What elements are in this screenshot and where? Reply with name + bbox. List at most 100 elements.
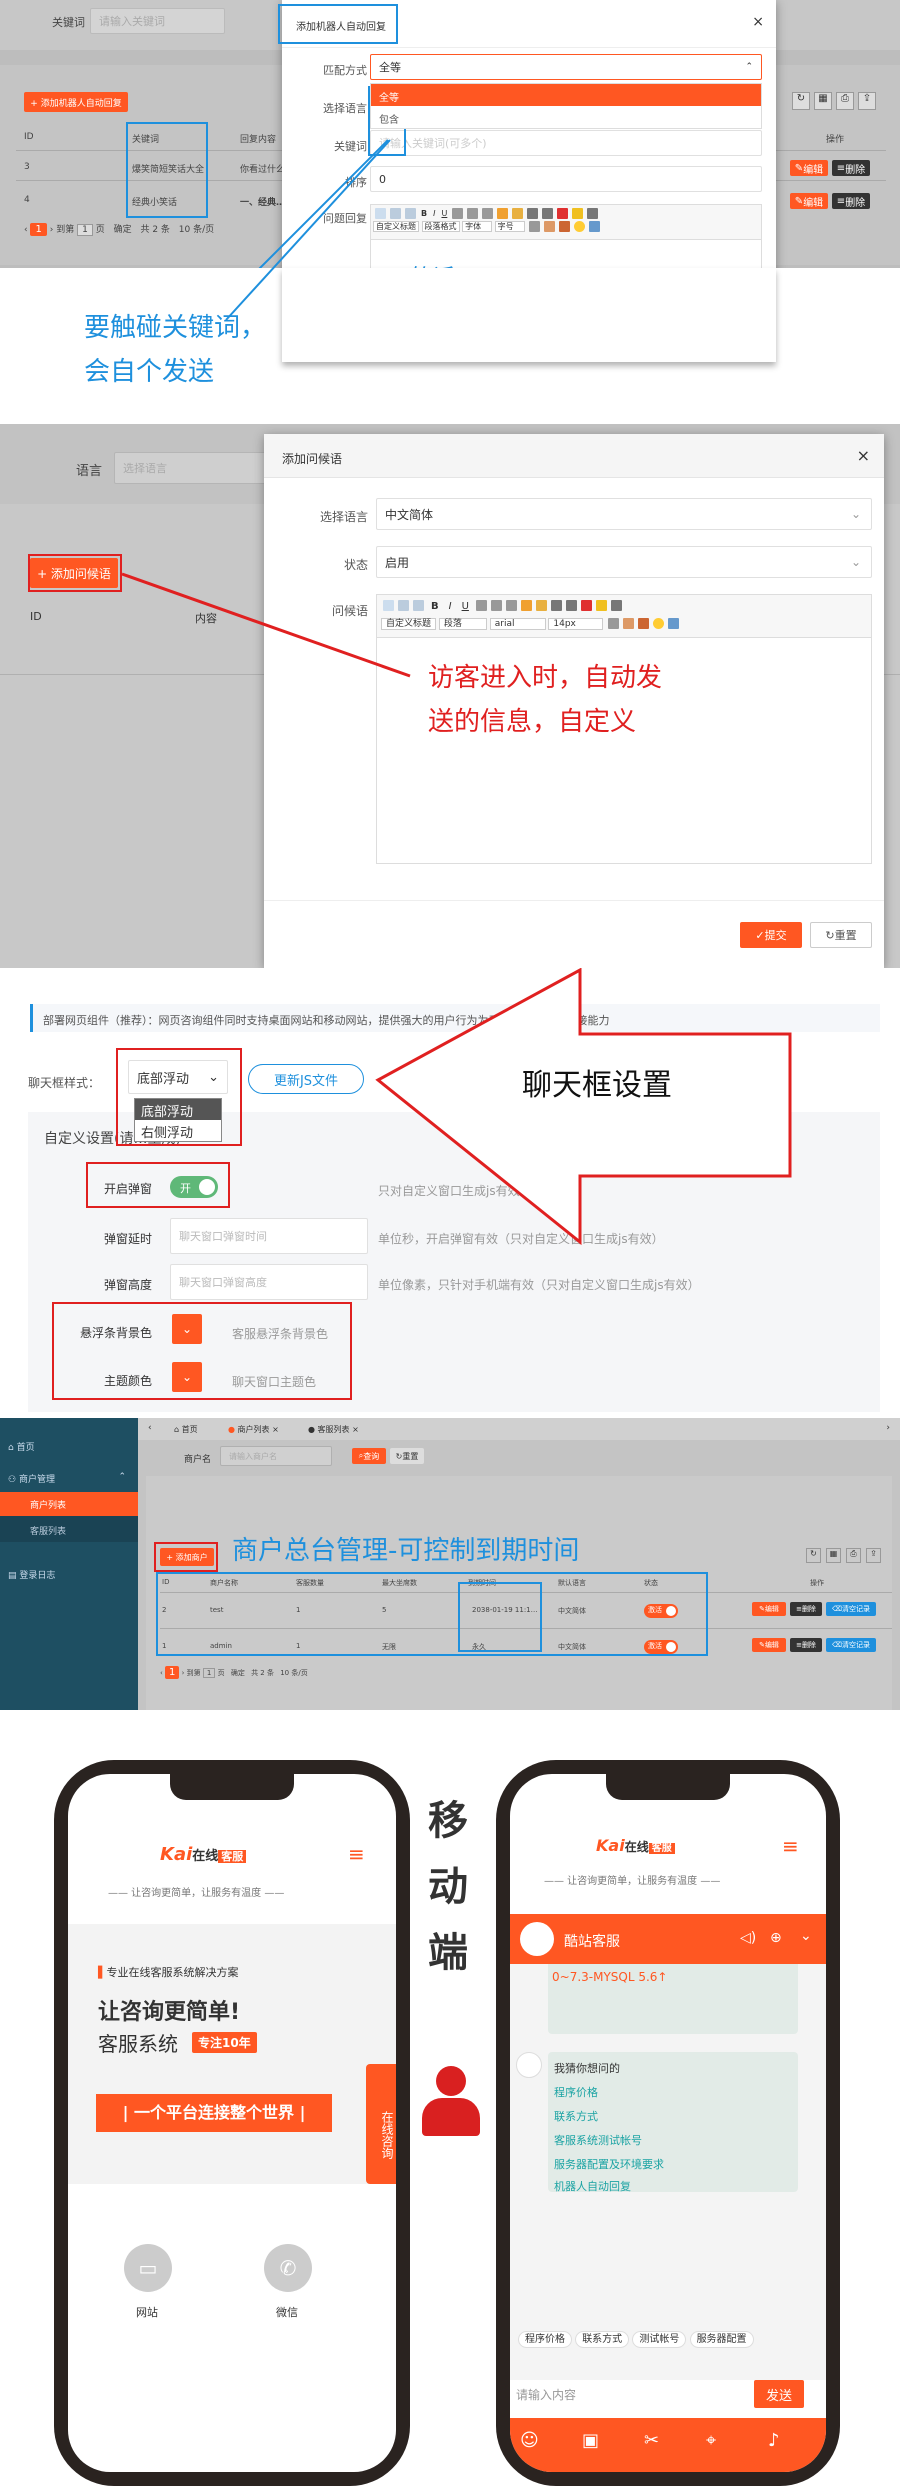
banner-line2: 客服系统 — [98, 2032, 178, 2056]
goto-input[interactable]: 1 — [202, 1668, 216, 1678]
slogan: —— 让咨询更简单，让服务有温度 —— — [544, 1876, 721, 1887]
send-button[interactable]: 发送 — [754, 2380, 804, 2408]
right-phone-screen: Kai在线 客服 ≡ —— 让咨询更简单，让服务有温度 —— 酷站客服 ◁) ⊕ … — [510, 1774, 826, 2472]
merchant-name-label: 商户名 — [184, 1455, 212, 1465]
export-icon[interactable]: ⇪ — [866, 1548, 881, 1563]
col-ops: 操作 — [810, 1579, 824, 1587]
message-bubble-1: 0~7.3-MYSQL 5.6↑ — [548, 1964, 798, 2034]
row2-edit-button[interactable]: ✎ 编辑 — [752, 1638, 786, 1652]
volume-icon[interactable]: ◁) — [740, 1930, 756, 1946]
slogan: —— 让咨询更简单，让服务有温度 —— — [108, 1888, 285, 1899]
menu-item[interactable]: 联系方式 — [554, 2108, 598, 2124]
wechat-label: 微信 — [276, 2306, 298, 2319]
total-count: 共 2 条 — [251, 1669, 274, 1677]
per-page-select[interactable]: 10 条/页 — [280, 1669, 308, 1677]
row1-delete-button[interactable]: ≡ 删除 — [790, 1602, 822, 1616]
row1-edit-button[interactable]: ✎ 编辑 — [752, 1602, 786, 1616]
menu-item[interactable]: 机器人自动回复 — [554, 2178, 631, 2194]
brand-logo: Kai在线 客服 — [596, 1836, 675, 1855]
quick-reply[interactable]: 服务器配置 — [689, 2331, 754, 2348]
image-icon[interactable]: ▣ — [582, 2430, 599, 2451]
website-icon[interactable]: ▭ — [124, 2244, 172, 2292]
tab-home[interactable]: ⌂ 首页 — [174, 1424, 198, 1435]
mic-icon[interactable]: ♪ — [768, 2430, 780, 2451]
merchant-annotation: 商户总台管理-可控制到期时间 — [232, 1536, 580, 1566]
notch — [170, 1774, 294, 1800]
notch — [606, 1774, 730, 1800]
tab-merchant[interactable]: ● 商户列表 × — [228, 1424, 279, 1435]
chat-toolbar: ☺ ▣ ✂ ⌖ ♪ — [510, 2418, 826, 2472]
right-phone: Kai在线 客服 ≡ —— 让咨询更简单，让服务有温度 —— 酷站客服 ◁) ⊕ … — [496, 1760, 840, 2486]
nav-service-list[interactable]: 客服列表 — [0, 1516, 138, 1542]
tab-bar: ‹ ⌂ 首页 ● 商户列表 × ● 客服列表 × › — [138, 1418, 900, 1440]
chat-header: 酷站客服 ◁) ⊕ ⌄ — [510, 1914, 826, 1964]
menu-item[interactable]: 客服系统测试帐号 — [554, 2132, 642, 2148]
greeting-annotation: 访客进入时，自动发 送的信息，自定义 — [428, 663, 663, 737]
greeting-section: 语言 选择语言 + 添加问候语 ID 内容 添加问候语 × 选择语言 中文简体 ⌄… — [0, 424, 900, 968]
chat-style-annotation: 聊天框设置 — [522, 1068, 672, 1103]
float-consult-button[interactable]: 在线咨询 — [366, 2064, 396, 2184]
location-icon[interactable]: ⌖ — [706, 2430, 716, 2451]
columns-icon[interactable]: ▦ — [826, 1548, 841, 1563]
row2-clear-button[interactable]: ⌫ 清空记录 — [826, 1638, 876, 1652]
menu-title: 我猜你想问的 — [554, 2062, 620, 2075]
style-dropdown: 底部浮动 右侧浮动 — [134, 1098, 222, 1142]
quick-reply[interactable]: 程序价格 — [518, 2331, 572, 2348]
annotation-arrow-hollow — [375, 968, 792, 1246]
left-phone-screen: Kai在线 客服 ≡ —— 让咨询更简单，让服务有温度 —— ▌专业在线客服系统解… — [68, 1774, 396, 2472]
row1-clear-button[interactable]: ⌫ 清空记录 — [826, 1602, 876, 1616]
left-phone: Kai在线 客服 ≡ —— 让咨询更简单，让服务有温度 —— ▌专业在线客服系统解… — [54, 1760, 410, 2486]
menu-item[interactable]: 程序价格 — [554, 2084, 598, 2100]
option-right[interactable]: 右侧浮动 — [135, 1120, 221, 1141]
crop-icon[interactable]: ✂ — [644, 2430, 659, 2451]
language-icon[interactable]: ⊕ — [770, 1930, 782, 1946]
goto-label: 到第 — [186, 1669, 201, 1677]
bot-avatar — [516, 2052, 542, 2078]
print-icon[interactable]: ⎙ — [846, 1548, 861, 1563]
expire-highlight — [458, 1582, 542, 1652]
nav-home[interactable]: ⌂ 首页 — [8, 1440, 35, 1453]
chat-input[interactable]: 请输入内容 — [516, 2386, 576, 2403]
chat-title: 酷站客服 — [564, 1934, 620, 1950]
merchant-section: ⌂ 首页 ⚇ 商户管理 ⌃ 商户列表 客服列表 ▤ 登录日志 ‹ ⌂ 首页 ● 商… — [0, 1418, 900, 1710]
menu-item[interactable]: 服务器配置及环境要求 — [554, 2156, 664, 2172]
banner-line1: 让咨询更简单! — [98, 2000, 241, 2025]
banner-badge: 专注10年 — [192, 2032, 257, 2053]
banner-tag: ▌专业在线客服系统解决方案 — [98, 1966, 239, 1979]
mobile-section: Kai在线 客服 ≡ —— 让咨询更简单，让服务有温度 —— ▌专业在线客服系统解… — [0, 1740, 900, 2487]
quick-reply[interactable]: 测试帐号 — [632, 2331, 687, 2348]
tab-next-icon[interactable]: › — [886, 1423, 890, 1433]
nav-login-log[interactable]: ▤ 登录日志 — [8, 1568, 55, 1581]
chat-style-section: 部署网页组件（推荐）：网页咨询组件同时支持桌面网站和移动网站，提供强大的用户行为… — [0, 968, 900, 1412]
menu-icon[interactable]: ≡ — [348, 1842, 365, 1866]
chevron-down-icon[interactable]: ⌄ — [800, 1928, 812, 1944]
nav-merchant[interactable]: ⚇ 商户管理 ⌃ — [8, 1472, 132, 1485]
nav-merchant-list[interactable]: 商户列表 — [0, 1492, 138, 1516]
quick-reply[interactable]: 联系方式 — [575, 2331, 630, 2348]
brand-logo: Kai在线 客服 — [160, 1844, 247, 1865]
tab-prev-icon[interactable]: ‹ — [148, 1423, 152, 1433]
merchant-name-input[interactable]: 请输入商户名 — [220, 1446, 332, 1466]
banner-slogan: | 一个平台连接整个世界 | — [96, 2094, 332, 2132]
goto-confirm[interactable]: 确定 — [231, 1669, 245, 1677]
current-page[interactable]: 1 — [165, 1666, 180, 1679]
avatar — [520, 1922, 554, 1956]
reset-button[interactable]: ↻ 重置 — [390, 1448, 424, 1464]
table-highlight — [156, 1572, 708, 1656]
chevron-up-icon: ⌃ — [118, 1472, 126, 1482]
row2-delete-button[interactable]: ≡ 删除 — [790, 1638, 822, 1652]
merchant-pagination: ‹ 1 › 到第 1 页 确定 共 2 条 10 条/页 — [160, 1666, 308, 1679]
mobile-annotation: 移动端 — [428, 1798, 468, 1976]
wechat-icon[interactable]: ✆ — [264, 2244, 312, 2292]
option-bottom[interactable]: 底部浮动 — [135, 1099, 221, 1120]
banner: ▌专业在线客服系统解决方案 让咨询更简单! 客服系统 专注10年 | 一个平台连… — [68, 1924, 396, 2184]
keyword-annotation: 要触碰关键词， 会自个发送 — [84, 313, 267, 387]
refresh-icon[interactable]: ↻ — [806, 1548, 821, 1563]
search-button[interactable]: ⌕ 查询 — [352, 1448, 386, 1464]
sidebar: ⌂ 首页 ⚇ 商户管理 ⌃ 商户列表 客服列表 ▤ 登录日志 — [0, 1418, 138, 1710]
emoji-icon[interactable]: ☺ — [520, 2430, 539, 2451]
menu-icon[interactable]: ≡ — [782, 1834, 799, 1858]
quick-replies: 程序价格 联系方式 测试帐号 服务器配置 — [518, 2330, 754, 2348]
tab-service[interactable]: ● 客服列表 × — [308, 1424, 359, 1435]
add-merchant-highlight — [154, 1542, 218, 1572]
